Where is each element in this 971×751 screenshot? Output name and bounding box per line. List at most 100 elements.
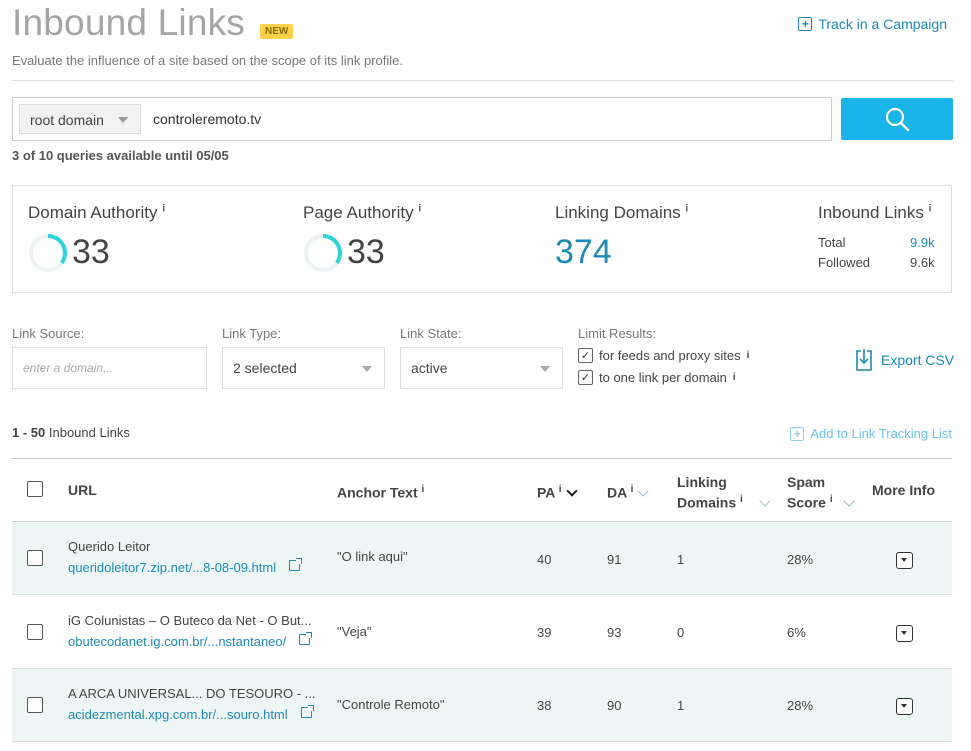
column-pa[interactable]: PA i	[537, 484, 578, 501]
table-row: A ARCA UNIVERSAL... DO TESOURO - ... aci…	[12, 669, 952, 742]
new-badge: NEW	[260, 24, 294, 39]
row-linking-domains: 0	[677, 625, 685, 640]
more-info-dropdown-icon[interactable]	[896, 625, 913, 642]
page-authority-label: Page Authority i	[303, 203, 422, 222]
row-url-link[interactable]: obutecodanet.ig.com.br/...nstantaneo/	[68, 634, 286, 649]
link-state-value: active	[411, 360, 448, 376]
column-anchor-text[interactable]: Anchor Text i	[337, 484, 424, 501]
row-page-title: A ARCA UNIVERSAL... DO TESOURO - ...	[68, 686, 316, 701]
sort-desc-icon[interactable]	[565, 484, 578, 497]
row-linking-domains: 1	[677, 698, 685, 713]
link-type-value: 2 selected	[233, 360, 297, 376]
external-link-icon[interactable]	[289, 558, 302, 571]
column-more-info: More Info	[872, 482, 935, 498]
row-da: 91	[607, 552, 622, 567]
row-spam-score: 28%	[787, 552, 814, 567]
track-in-campaign-link[interactable]: + Track in a Campaign	[798, 16, 947, 32]
total-label: Total	[818, 235, 846, 250]
link-type-select[interactable]: 2 selected	[222, 347, 385, 389]
sort-icon[interactable]	[759, 494, 771, 507]
row-page-title: iG Colunistas – O Buteco da Net - O But.…	[68, 613, 312, 628]
page-authority-ring	[304, 234, 342, 272]
query-quota: 3 of 10 queries available until 05/05	[12, 148, 229, 163]
row-da: 90	[607, 698, 622, 713]
search-input[interactable]: controleremoto.tv	[153, 111, 261, 127]
sort-icon[interactable]	[842, 494, 855, 507]
info-icon[interactable]: i	[685, 203, 688, 214]
info-icon[interactable]: i	[422, 484, 425, 495]
row-page-title: Querido Leitor	[68, 539, 151, 554]
plus-icon: +	[790, 426, 805, 441]
row-url-link[interactable]: queridoleitor7.zip.net/...8-08-09.html	[68, 560, 276, 575]
feeds-checkbox[interactable]: ✓	[578, 348, 593, 363]
one-per-domain-checkbox[interactable]: ✓	[578, 370, 593, 385]
page-authority-value: 33	[347, 233, 385, 271]
limit-one-per-domain-option[interactable]: ✓ to one link per domain i	[578, 370, 736, 385]
info-icon[interactable]: i	[162, 203, 165, 214]
add-to-tracking-button[interactable]: + Add to Link Tracking List	[790, 426, 952, 441]
row-checkbox[interactable]	[27, 550, 43, 566]
info-icon[interactable]: i	[747, 350, 750, 361]
info-icon[interactable]: i	[929, 203, 932, 214]
row-anchor-text: "Veja"	[337, 624, 372, 639]
link-state-select[interactable]: active	[400, 347, 563, 389]
info-icon[interactable]: i	[733, 372, 736, 383]
more-info-dropdown-icon[interactable]	[896, 552, 913, 569]
row-checkbox[interactable]	[27, 697, 43, 713]
info-icon[interactable]: i	[631, 484, 634, 495]
followed-value: 9.6k	[910, 255, 935, 270]
external-link-icon[interactable]	[301, 705, 314, 718]
limit-feeds-option[interactable]: ✓ for feeds and proxy sites i	[578, 348, 749, 363]
linking-domains-value: 374	[555, 233, 612, 271]
info-icon[interactable]: i	[418, 203, 421, 214]
followed-label: Followed	[818, 255, 871, 270]
link-state-label: Link State:	[400, 326, 462, 341]
download-icon	[856, 349, 872, 371]
domain-authority-value: 33	[72, 233, 110, 271]
one-per-domain-label: to one link per domain	[599, 370, 727, 385]
table-row: Querido Leitor queridoleitor7.zip.net/..…	[12, 522, 952, 595]
search-button[interactable]	[841, 98, 953, 140]
page-title: Inbound Links	[12, 2, 246, 43]
select-all-checkbox[interactable]	[27, 481, 43, 497]
add-tracking-label: Add to Link Tracking List	[810, 426, 952, 441]
column-spam-score[interactable]: Spam Score i	[787, 473, 855, 512]
inbound-links-label: Inbound Links i	[818, 203, 932, 222]
more-info-dropdown-icon[interactable]	[896, 698, 913, 715]
column-url[interactable]: URL	[68, 482, 97, 498]
external-link-icon[interactable]	[299, 632, 312, 645]
domain-authority-label: Domain Authority i	[28, 203, 165, 222]
chevron-down-icon	[540, 366, 550, 372]
total-value[interactable]: 9.9k	[910, 235, 935, 250]
track-link-label: Track in a Campaign	[818, 16, 947, 32]
row-anchor-text: "Controle Remoto"	[337, 697, 445, 712]
row-pa: 38	[537, 698, 552, 713]
divider	[12, 80, 953, 81]
page-subtitle: Evaluate the influence of a site based o…	[12, 53, 403, 68]
export-csv-label: Export CSV	[881, 352, 955, 368]
table-top-border	[12, 458, 952, 459]
row-spam-score: 28%	[787, 698, 814, 713]
row-checkbox[interactable]	[27, 624, 43, 640]
feeds-option-label: for feeds and proxy sites	[599, 348, 741, 363]
linking-domains-label: Linking Domains i	[555, 203, 689, 222]
link-source-label: Link Source:	[12, 326, 85, 341]
row-spam-score: 6%	[787, 625, 806, 640]
plus-icon: +	[798, 17, 813, 31]
scope-select[interactable]: root domain	[19, 104, 141, 134]
row-url-link[interactable]: acidezmental.xpg.com.br/...souro.html	[68, 707, 288, 722]
row-linking-domains: 1	[677, 552, 685, 567]
row-pa: 40	[537, 552, 552, 567]
link-source-input[interactable]: enter a domain...	[12, 347, 207, 389]
table-row: iG Colunistas – O Buteco da Net - O But.…	[12, 596, 952, 669]
column-linking-domains[interactable]: Linking Domains i	[677, 473, 771, 512]
metrics-panel	[12, 185, 952, 293]
column-da[interactable]: DA i	[607, 484, 650, 501]
sort-icon[interactable]	[637, 484, 650, 497]
search-icon	[885, 107, 910, 132]
info-icon[interactable]: i	[740, 494, 743, 505]
chevron-down-icon	[362, 366, 372, 372]
info-icon[interactable]: i	[559, 484, 562, 495]
info-icon[interactable]: i	[830, 494, 833, 505]
export-csv-button[interactable]: Export CSV	[855, 348, 954, 372]
